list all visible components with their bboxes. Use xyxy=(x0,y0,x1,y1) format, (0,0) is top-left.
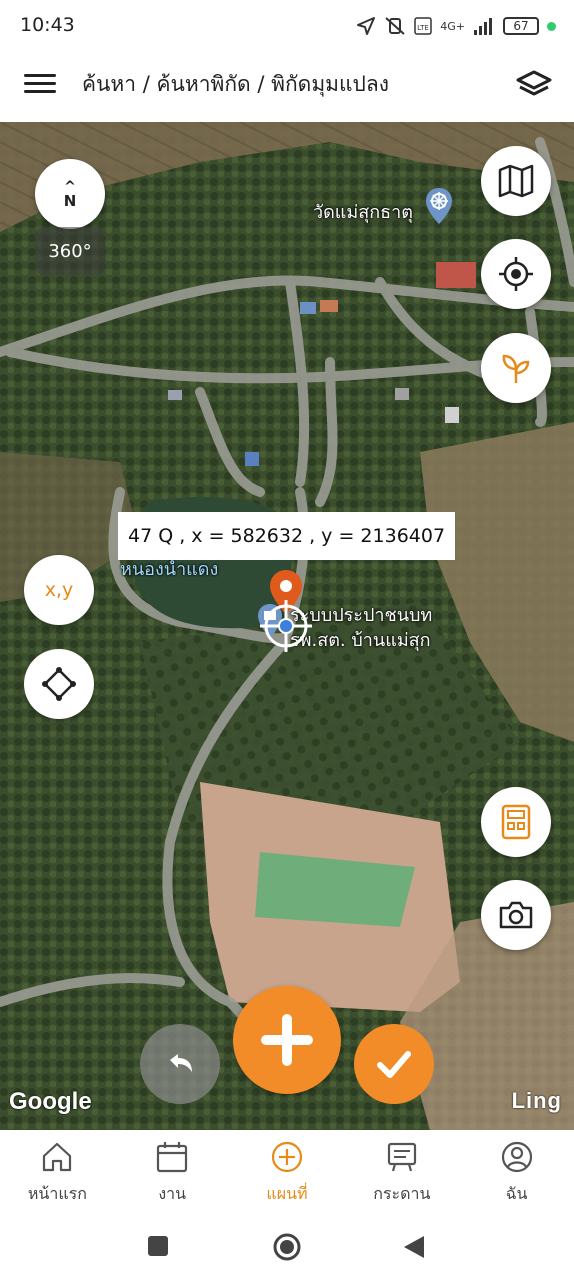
nav-map[interactable]: แผนที่ xyxy=(230,1130,345,1214)
menu-button[interactable] xyxy=(22,70,58,100)
back-icon[interactable] xyxy=(402,1234,426,1260)
status-icons: LTE 4G+ 67 xyxy=(356,14,556,38)
map-type-button[interactable] xyxy=(481,146,551,216)
my-location-button[interactable] xyxy=(481,239,551,309)
plus-circle-icon xyxy=(271,1141,303,1173)
privacy-dot xyxy=(547,21,556,31)
camera-button[interactable] xyxy=(481,880,551,950)
nav-label: แผนที่ xyxy=(266,1184,308,1203)
vibrate-off-icon xyxy=(385,17,405,35)
layers-button[interactable] xyxy=(514,66,554,106)
nav-board[interactable]: กระดาน xyxy=(344,1130,459,1214)
status-time: 10:43 xyxy=(20,14,75,36)
temple-marker-icon[interactable] xyxy=(424,186,454,226)
nav-profile[interactable]: ฉัน xyxy=(459,1130,574,1214)
xy-coordinate-button[interactable]: x,y xyxy=(24,555,94,625)
brand-watermark: Ling xyxy=(511,1088,562,1113)
map-icon xyxy=(498,164,534,198)
nav-label: ฉัน xyxy=(505,1184,528,1203)
compass-icon: ^ N xyxy=(63,179,77,210)
recents-icon[interactable] xyxy=(146,1234,170,1258)
system-navigation-bar xyxy=(0,1214,574,1280)
nav-label: งาน xyxy=(158,1184,187,1203)
nav-tasks[interactable]: งาน xyxy=(115,1130,230,1214)
polygon-icon xyxy=(42,667,76,701)
undo-button[interactable] xyxy=(140,1024,220,1104)
layers-icon xyxy=(516,70,552,96)
network-type: 4G+ xyxy=(440,19,465,33)
nav-label: กระดาน xyxy=(373,1184,431,1203)
add-point-button[interactable] xyxy=(233,986,341,1094)
calculator-icon xyxy=(501,804,531,840)
google-attribution: Google xyxy=(9,1088,92,1115)
home-nav-icon[interactable] xyxy=(272,1232,302,1262)
map-view[interactable]: วัดแม่สุกธาตุ หนองน้ำแดง ระบบประปาชนบท ร… xyxy=(0,122,574,1130)
signal-icon xyxy=(474,18,492,35)
battery-indicator: 67 xyxy=(503,17,539,35)
check-icon xyxy=(377,1051,411,1078)
board-icon xyxy=(387,1142,416,1172)
volte-icon: LTE xyxy=(414,17,432,35)
compass-button[interactable]: ^ N xyxy=(35,159,105,229)
temple-label: วัดแม่สุกธาตุ xyxy=(313,202,413,223)
calculator-button[interactable] xyxy=(481,787,551,857)
polygon-button[interactable] xyxy=(24,649,94,719)
nav-home[interactable]: หน้าแรก xyxy=(0,1130,115,1214)
plus-icon xyxy=(261,1014,313,1066)
navigation-arrow-icon xyxy=(357,17,376,35)
undo-icon xyxy=(170,1054,192,1072)
calendar-icon xyxy=(157,1142,188,1173)
status-bar: 10:43 LTE 4G+ 67 xyxy=(0,0,574,52)
location-pin-icon[interactable] xyxy=(258,568,314,654)
home-icon xyxy=(43,1142,72,1172)
svg-text:LTE: LTE xyxy=(417,24,429,32)
app-header: ค้นหา / ค้นหาพิกัด / พิกัดมุมแปลง xyxy=(0,52,574,122)
plant-button[interactable] xyxy=(481,333,551,403)
rotation-label[interactable]: 360° xyxy=(35,227,105,275)
crosshair-icon xyxy=(499,257,533,291)
coordinate-label: 47 Q , x = 582632 , y = 2136407 xyxy=(118,512,456,560)
camera-icon xyxy=(499,901,533,929)
breadcrumb: ค้นหา / ค้นหาพิกัด / พิกัดมุมแปลง xyxy=(82,72,389,96)
user-icon xyxy=(501,1141,532,1173)
bottom-navigation: หน้าแรก งาน แผนที่ กระดาน ฉัน xyxy=(0,1130,574,1214)
nav-label: หน้าแรก xyxy=(27,1184,87,1203)
confirm-button[interactable] xyxy=(354,1024,434,1104)
sprout-icon xyxy=(502,354,530,383)
